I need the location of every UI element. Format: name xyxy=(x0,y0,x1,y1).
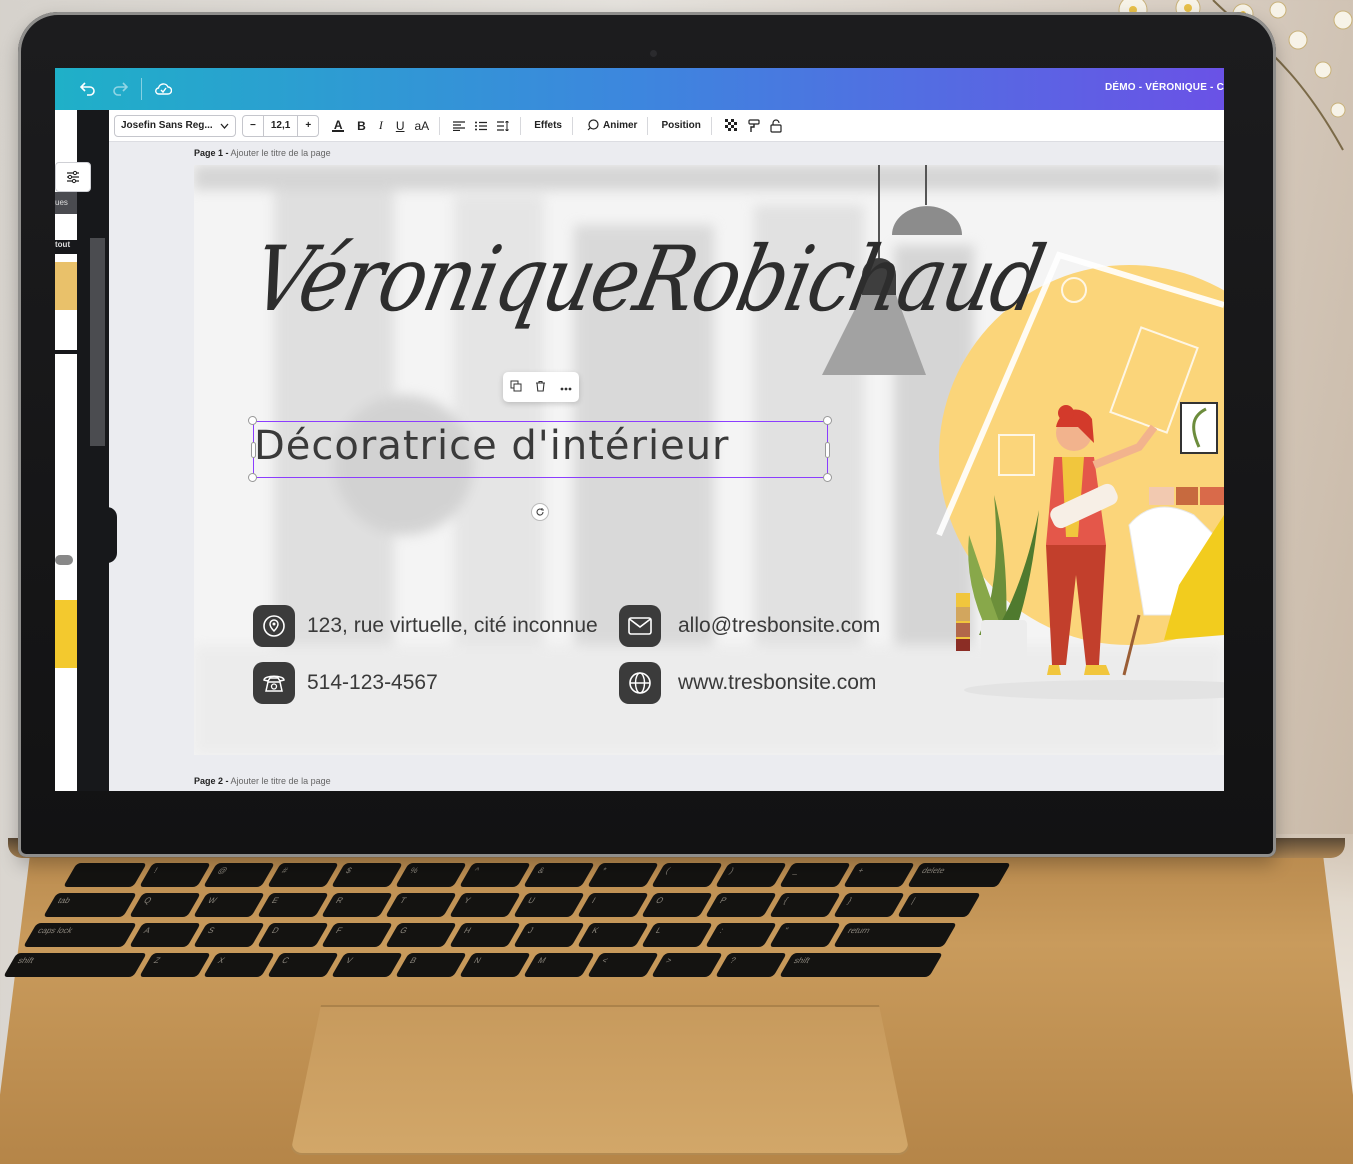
cloud-saved-icon[interactable] xyxy=(152,78,174,100)
redo-icon[interactable] xyxy=(109,78,131,100)
effects-button[interactable]: Effets xyxy=(534,120,562,131)
telephone-icon xyxy=(253,662,295,704)
template-thumbnail[interactable] xyxy=(55,350,77,460)
side-resize-handle[interactable] xyxy=(825,442,830,458)
line-spacing-icon[interactable] xyxy=(497,120,510,131)
divider xyxy=(571,116,573,135)
webcam xyxy=(650,50,657,57)
rotate-icon[interactable] xyxy=(531,503,549,521)
crown-badge-icon xyxy=(55,555,73,565)
animate-icon xyxy=(587,119,599,131)
top-bar: DÉMO - VÉRONIQUE - C xyxy=(55,68,1224,110)
align-left-icon[interactable] xyxy=(453,120,466,131)
italic-button[interactable]: I xyxy=(379,118,383,133)
trackpad xyxy=(290,1005,910,1155)
lock-icon[interactable] xyxy=(770,118,782,133)
text-color-glyph: A xyxy=(333,117,343,132)
page-1-number: Page 1 - xyxy=(194,148,229,158)
card-name[interactable]: VéroniqueRobichaud xyxy=(243,228,1051,332)
left-rail: ues tout xyxy=(55,110,117,791)
location-pin-icon xyxy=(253,605,295,647)
text-color-swatch xyxy=(332,129,345,132)
more-options-icon[interactable] xyxy=(560,380,572,394)
paint-format-icon[interactable] xyxy=(748,118,760,133)
editor-toolbar: Josefin Sans Reg... − 12,1 + A B I U aA … xyxy=(109,110,1224,142)
page-2-number: Page 2 - xyxy=(194,776,229,786)
template-thumbnail[interactable] xyxy=(55,600,77,668)
position-button[interactable]: Position xyxy=(661,120,700,131)
resize-handle[interactable] xyxy=(248,473,257,482)
keyboard: ! @ # $% ^ & *() _ + delete tab Q W E R T Y U I O P{} | caps… xyxy=(3,855,1330,995)
page-1-label[interactable]: Page 1 - Ajouter le titre de la page xyxy=(194,148,331,158)
undo-icon[interactable] xyxy=(77,78,99,100)
contact-website[interactable]: www.tresbonsite.com xyxy=(619,662,876,704)
font-size-input[interactable]: 12,1 xyxy=(262,115,299,136)
contact-address[interactable]: 123, rue virtuelle, cité inconnue xyxy=(253,605,598,647)
font-size-increase-button[interactable]: + xyxy=(298,120,318,131)
element-floating-menu xyxy=(503,372,579,402)
text-color-button[interactable]: A xyxy=(332,117,345,132)
animate-button[interactable]: Animer xyxy=(586,119,637,132)
font-family-select[interactable]: Josefin Sans Reg... xyxy=(114,114,236,137)
trash-icon[interactable] xyxy=(535,380,546,395)
email-text: allo@tresbonsite.com xyxy=(678,614,881,637)
font-family-value: Josefin Sans Reg... xyxy=(121,120,213,131)
side-panel-see-all[interactable]: tout xyxy=(55,240,77,254)
website-text: www.tresbonsite.com xyxy=(678,671,877,694)
page-2-title-placeholder[interactable]: Ajouter le titre de la page xyxy=(231,776,331,786)
underline-button[interactable]: U xyxy=(396,119,405,133)
selection-box xyxy=(253,421,828,478)
side-panel: ues tout xyxy=(55,110,77,791)
chevron-down-icon xyxy=(220,123,229,129)
filter-icon[interactable] xyxy=(55,162,91,192)
duplicate-icon[interactable] xyxy=(510,380,522,395)
address-text: 123, rue virtuelle, cité inconnue xyxy=(307,614,598,637)
side-panel-scrollbar[interactable] xyxy=(90,238,105,446)
divider xyxy=(647,116,649,135)
animate-label: Animer xyxy=(602,120,638,131)
letter-case-button[interactable]: aA xyxy=(415,119,430,133)
page-2-label[interactable]: Page 2 - Ajouter le titre de la page xyxy=(194,776,331,786)
divider xyxy=(141,78,142,100)
document-title[interactable]: DÉMO - VÉRONIQUE - C xyxy=(1105,82,1224,93)
contact-email[interactable]: allo@tresbonsite.com xyxy=(619,605,880,647)
side-resize-handle[interactable] xyxy=(251,442,256,458)
phone-text: 514-123-4567 xyxy=(307,671,438,694)
divider xyxy=(520,116,522,135)
page-1-title-placeholder[interactable]: Ajouter le titre de la page xyxy=(231,148,331,158)
globe-icon xyxy=(619,662,661,704)
transparency-icon[interactable] xyxy=(724,119,738,132)
contact-phone[interactable]: 514-123-4567 xyxy=(253,662,438,704)
template-thumbnail[interactable] xyxy=(55,262,77,310)
design-page[interactable]: VéroniqueRobichaud Décoratrice d'intérie… xyxy=(194,165,1224,755)
resize-handle[interactable] xyxy=(823,416,832,425)
envelope-icon xyxy=(619,605,661,647)
divider xyxy=(439,116,441,135)
resize-handle[interactable] xyxy=(823,473,832,482)
resize-handle[interactable] xyxy=(248,416,257,425)
collapse-panel-handle[interactable] xyxy=(103,507,117,563)
bold-button[interactable]: B xyxy=(357,119,366,133)
divider xyxy=(710,116,712,135)
bullet-list-icon[interactable] xyxy=(475,121,488,131)
font-size-stepper: − 12,1 + xyxy=(242,114,320,137)
screen: DÉMO - VÉRONIQUE - C ues tout Josefin Sa… xyxy=(55,68,1224,791)
side-panel-tab[interactable]: ues xyxy=(55,192,77,214)
font-size-decrease-button[interactable]: − xyxy=(243,120,263,131)
